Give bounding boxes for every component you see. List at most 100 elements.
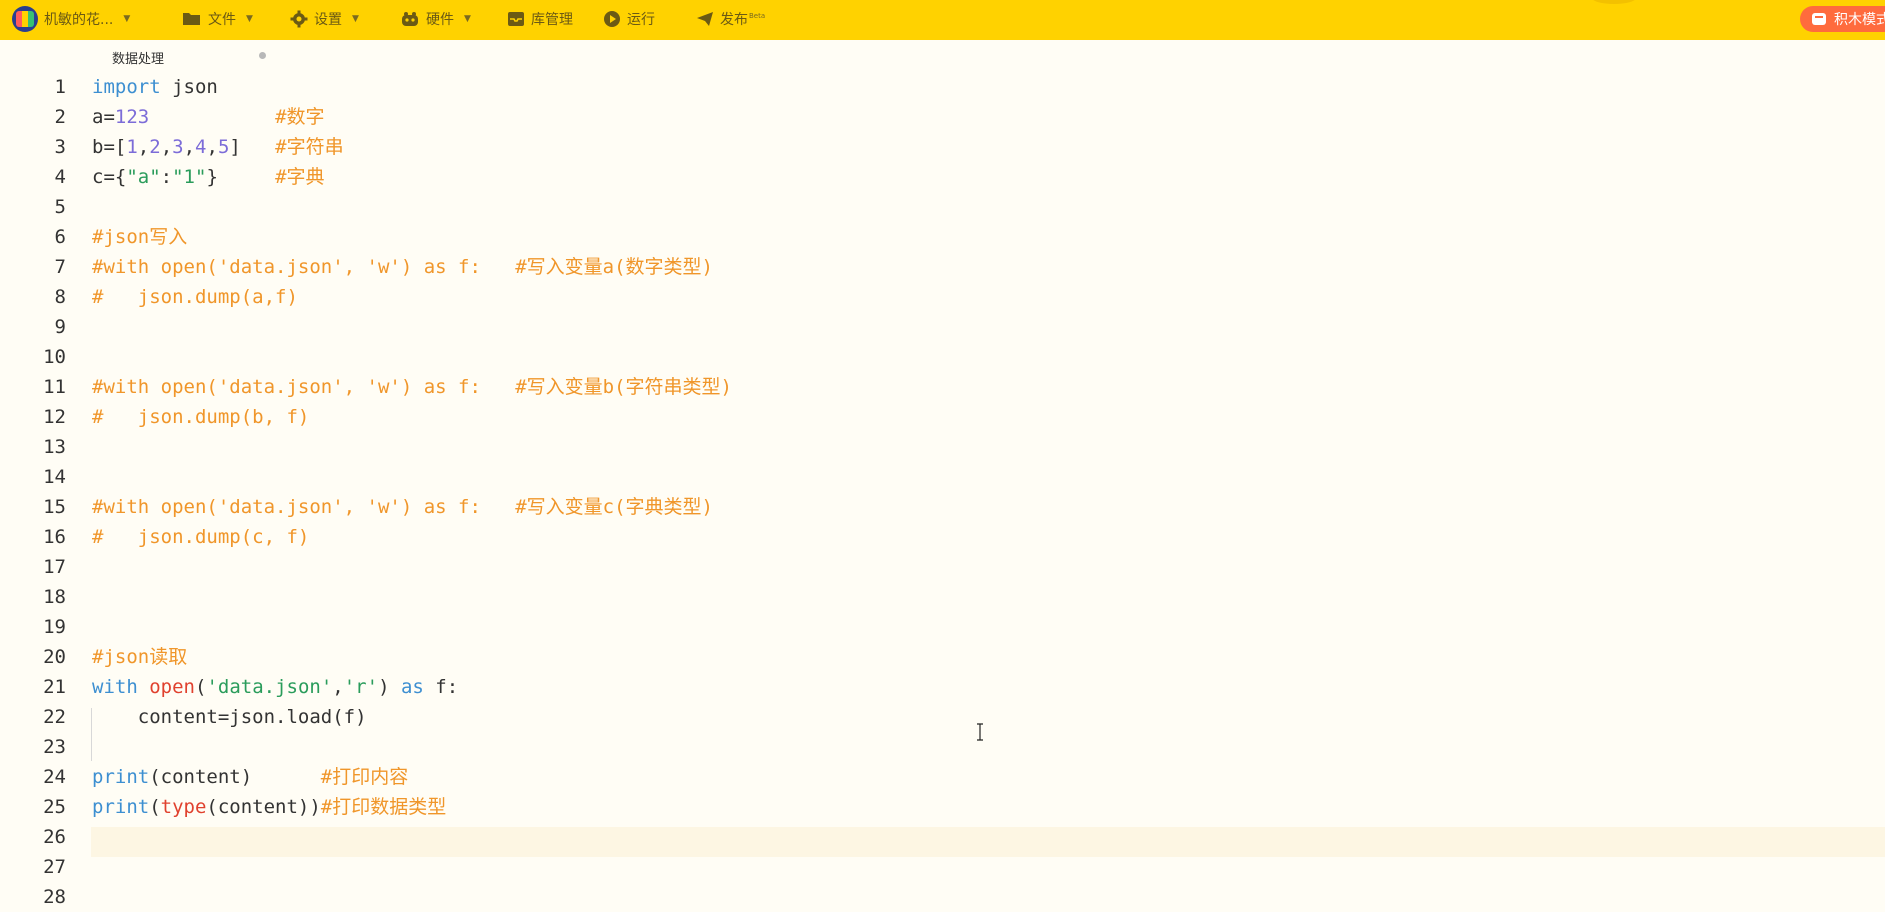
code-token: #with open('data.json', 'w') as f: #写入变量… <box>92 256 713 278</box>
code-token: , <box>160 136 173 158</box>
code-token: , <box>137 136 150 158</box>
library-manager-label: 库管理 <box>531 12 573 28</box>
code-token: #json读取 <box>92 646 188 668</box>
chevron-down-icon: ▼ <box>123 14 131 24</box>
line-number: 14 <box>43 466 66 488</box>
folder-icon <box>183 13 200 25</box>
line-code: #json写入 <box>92 222 187 252</box>
code-token: a= <box>92 106 115 128</box>
code-token: "a" <box>126 166 161 188</box>
code-token: open <box>149 676 195 698</box>
code-token: 1 <box>126 136 138 158</box>
settings-menu[interactable]: 设置 ▼ <box>290 0 359 38</box>
chevron-down-icon: ▼ <box>352 14 359 24</box>
line-number: 8 <box>54 286 66 308</box>
hardware-menu[interactable]: 硬件 ▼ <box>400 0 471 38</box>
play-icon <box>604 11 620 27</box>
line-code: # json.dump(a,f) <box>92 282 298 312</box>
top-toolbar: 机敏的花... ▼ 文件 ▼ 设置 ▼ 硬件 ▼ 库管理 运行 发布Beta 积… <box>0 0 1885 40</box>
code-token: 3 <box>172 136 184 158</box>
unsaved-dot-icon[interactable] <box>259 52 266 59</box>
line-code: # json.dump(b, f) <box>92 402 309 432</box>
block-mode-button[interactable]: 积木模式 <box>1800 6 1885 32</box>
tab-data-processing[interactable]: 数据处理 <box>90 40 286 71</box>
code-token: f: <box>423 676 459 698</box>
line-number: 17 <box>43 556 66 578</box>
code-token: ( <box>194 676 207 698</box>
line-number: 27 <box>43 856 66 878</box>
run-button[interactable]: 运行 <box>603 0 655 38</box>
line-number: 10 <box>43 346 66 368</box>
robot-icon <box>402 12 418 26</box>
line-number: 19 <box>43 616 66 638</box>
code-token: #数字 <box>275 106 325 128</box>
publish-button[interactable]: 发布Beta <box>696 0 765 38</box>
block-mode-label: 积木模式 <box>1834 12 1885 28</box>
code-token: #打印内容 <box>320 766 409 788</box>
code-token: c={ <box>92 166 127 188</box>
hardware-menu-label: 硬件 <box>426 12 454 28</box>
code-token: : <box>160 166 173 188</box>
library-manager-button[interactable]: 库管理 <box>507 0 573 38</box>
code-token: 2 <box>149 136 161 158</box>
chevron-down-icon: ▼ <box>464 14 471 24</box>
code-token: #打印数据类型 <box>320 796 447 818</box>
code-token: content=json.load(f) <box>92 706 367 728</box>
settings-menu-label: 设置 <box>314 12 342 28</box>
line-number: 26 <box>43 826 66 848</box>
code-token: (content) <box>149 766 321 788</box>
code-token: ) <box>378 676 401 698</box>
code-token: 123 <box>114 106 150 128</box>
code-token: # json.dump(c, f) <box>92 526 310 548</box>
line-code: b=[1,2,3,4,5] #字符串 <box>92 132 344 162</box>
line-code: c={"a":"1"} #字典 <box>92 162 325 192</box>
line-number: 18 <box>43 586 66 608</box>
code-token: print <box>92 796 150 818</box>
code-token: json <box>160 76 218 98</box>
line-number: 9 <box>54 316 66 338</box>
code-token: ] <box>229 136 276 158</box>
line-code: #with open('data.json', 'w') as f: #写入变量… <box>92 252 713 282</box>
line-code: import json <box>92 72 218 102</box>
file-menu[interactable]: 文件 ▼ <box>182 0 253 38</box>
code-token: with <box>92 676 138 698</box>
code-token: #with open('data.json', 'w') as f: #写入变量… <box>92 376 732 398</box>
line-code: print(content) #打印内容 <box>92 762 408 792</box>
code-token: type <box>160 796 207 818</box>
app-logo-icon <box>12 6 38 32</box>
gear-icon <box>290 10 308 28</box>
project-name: 机敏的花... <box>44 12 114 28</box>
paper-plane-icon <box>697 12 713 26</box>
line-number: 11 <box>43 376 66 398</box>
code-token: 'data.json' <box>206 676 333 698</box>
code-token: b=[ <box>92 136 127 158</box>
code-editor[interactable]: 1 import json 2 a=123 #数字 3 b=[1,2,3,4,5] #字符… <box>0 71 1885 908</box>
line-number: 2 <box>54 106 66 128</box>
line-number: 28 <box>43 886 66 908</box>
beta-badge: Beta <box>749 12 766 21</box>
line-number: 6 <box>54 226 66 248</box>
current-line-highlight <box>91 827 1885 857</box>
code-token: 'r' <box>343 676 379 698</box>
line-number: 25 <box>43 796 66 818</box>
line-number: 20 <box>43 646 66 668</box>
line-number: 4 <box>54 166 66 188</box>
code-token: , <box>332 676 344 698</box>
line-number: 1 <box>54 76 66 98</box>
line-code: #with open('data.json', 'w') as f: #写入变量… <box>92 492 713 522</box>
line-code: #json读取 <box>92 642 187 672</box>
project-menu[interactable]: 机敏的花... ▼ <box>12 0 130 38</box>
line-number: 13 <box>43 436 66 458</box>
line-number: 21 <box>43 676 66 698</box>
code-token: # json.dump(a,f) <box>92 286 298 308</box>
line-code: content=json.load(f) <box>92 702 367 732</box>
code-token: #json写入 <box>92 226 188 248</box>
code-token: # json.dump(b, f) <box>92 406 310 428</box>
code-token: #字符串 <box>275 136 344 158</box>
code-token: as <box>400 676 424 698</box>
line-number: 3 <box>54 136 66 158</box>
run-label: 运行 <box>627 12 655 28</box>
code-token: , <box>183 136 196 158</box>
